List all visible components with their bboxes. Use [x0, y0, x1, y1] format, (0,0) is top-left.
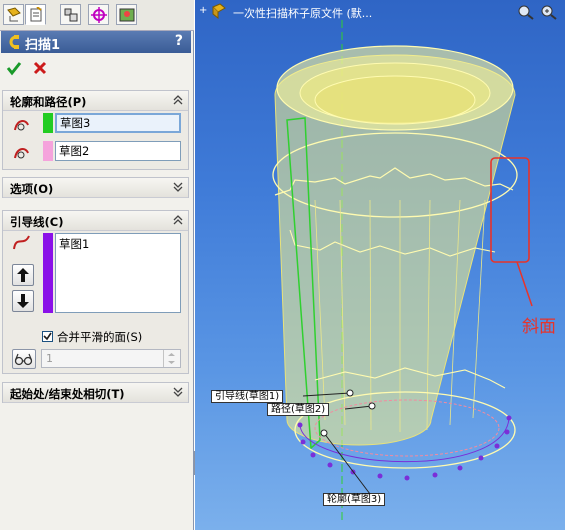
spinbox-arrows[interactable]: [163, 350, 180, 367]
profile-field[interactable]: 草图3: [55, 113, 181, 133]
profile-callout[interactable]: 轮廓(草图3): [323, 493, 386, 506]
feature-title: 扫描1: [25, 38, 61, 53]
options-label: 选项(O): [10, 182, 54, 196]
move-down-button[interactable]: [12, 290, 34, 312]
profile-curve-icon: [14, 120, 29, 131]
merge-faces-checkbox[interactable]: [42, 331, 53, 342]
glasses-icon: [14, 353, 33, 366]
property-manager-tab[interactable]: [25, 4, 46, 25]
tangency-header[interactable]: 起始处/结束处相切(T): [3, 383, 188, 403]
show-sections-button[interactable]: [12, 349, 36, 369]
chevron-down-icon[interactable]: [173, 182, 184, 192]
dimxpert-tab[interactable]: [88, 4, 109, 25]
list-item[interactable]: 草图1: [59, 236, 177, 252]
tangency-label: 起始处/结束处相切(T): [10, 387, 125, 401]
crosshair-icon: [91, 7, 107, 23]
guide-curves-label: 引导线(C): [10, 215, 64, 229]
graphics-viewport[interactable]: + 一次性扫描杯子原文件 (默... 引导线(草图1) 路径(草图2) 轮廓(草…: [195, 0, 565, 530]
chevron-up-icon[interactable]: [173, 95, 184, 105]
configuration-icon: [64, 8, 78, 22]
chevron-down-icon[interactable]: [173, 387, 184, 397]
checkmark-icon: [43, 332, 52, 341]
spinbox-value: 1: [46, 352, 53, 365]
guide-curves-group: 引导线(C) 草图1 合并平滑的面(S) 1: [2, 210, 189, 374]
manager-tab-bar: [0, 0, 194, 31]
tangency-group: 起始处/结束处相切(T): [2, 382, 189, 403]
guide-curve-icon: [13, 235, 30, 250]
bevel-leader-line: [516, 261, 533, 307]
property-manager-icon: [30, 7, 42, 22]
path-callout[interactable]: 路径(草图2): [267, 403, 330, 416]
cup-model-graphic: [272, 20, 533, 520]
profile-leader-dot: [320, 429, 328, 437]
chevron-up-icon[interactable]: [173, 215, 184, 225]
bevel-highlight-box: [490, 157, 530, 263]
spin-arrows-icon: [168, 353, 175, 364]
profile-color-swatch: [43, 113, 53, 133]
path-color-swatch: [43, 141, 53, 161]
checkmark-icon[interactable]: [6, 60, 22, 76]
arrow-up-icon: [17, 268, 29, 282]
x-icon[interactable]: [32, 60, 48, 76]
bevel-annotation: 斜面: [522, 317, 556, 337]
profile-path-group: 轮廓和路径(P) 草图3 草图2: [2, 90, 189, 170]
path-field[interactable]: 草图2: [55, 141, 181, 161]
guide-curves-header[interactable]: 引导线(C): [3, 211, 188, 231]
cup-inner-wall: [314, 75, 476, 125]
configuration-tab[interactable]: [60, 4, 81, 25]
display-manager-icon: [119, 8, 135, 22]
section-spinbox[interactable]: 1: [41, 349, 181, 368]
options-header[interactable]: 选项(O): [3, 178, 188, 198]
arrow-down-icon: [17, 294, 29, 308]
merge-faces-label[interactable]: 合并平滑的面(S): [57, 329, 142, 345]
guide-leader-dot: [346, 389, 354, 397]
help-button[interactable]: ?: [175, 33, 183, 49]
options-group: 选项(O): [2, 177, 189, 198]
display-manager-tab[interactable]: [116, 4, 137, 25]
path-leader-dot: [368, 402, 376, 410]
profile-path-header[interactable]: 轮廓和路径(P): [3, 91, 188, 111]
guide-callout[interactable]: 引导线(草图1): [211, 390, 284, 403]
feature-title-bar: 扫描1 ?: [1, 31, 191, 53]
move-up-button[interactable]: [12, 264, 34, 286]
path-curve-icon: [14, 148, 29, 159]
sweep-feature-icon: [9, 35, 19, 49]
guide-curves-list[interactable]: 草图1: [55, 233, 181, 313]
feature-tree-tab[interactable]: [3, 4, 24, 25]
feature-tree-icon: [7, 7, 21, 22]
property-manager-panel: 扫描1 ? 轮廓和路径(P) 草图3 草图2 选项(O) 引导线(C) 草图1: [0, 0, 194, 530]
profile-path-label: 轮廓和路径(P): [10, 95, 87, 109]
guide-color-swatch: [43, 233, 53, 313]
